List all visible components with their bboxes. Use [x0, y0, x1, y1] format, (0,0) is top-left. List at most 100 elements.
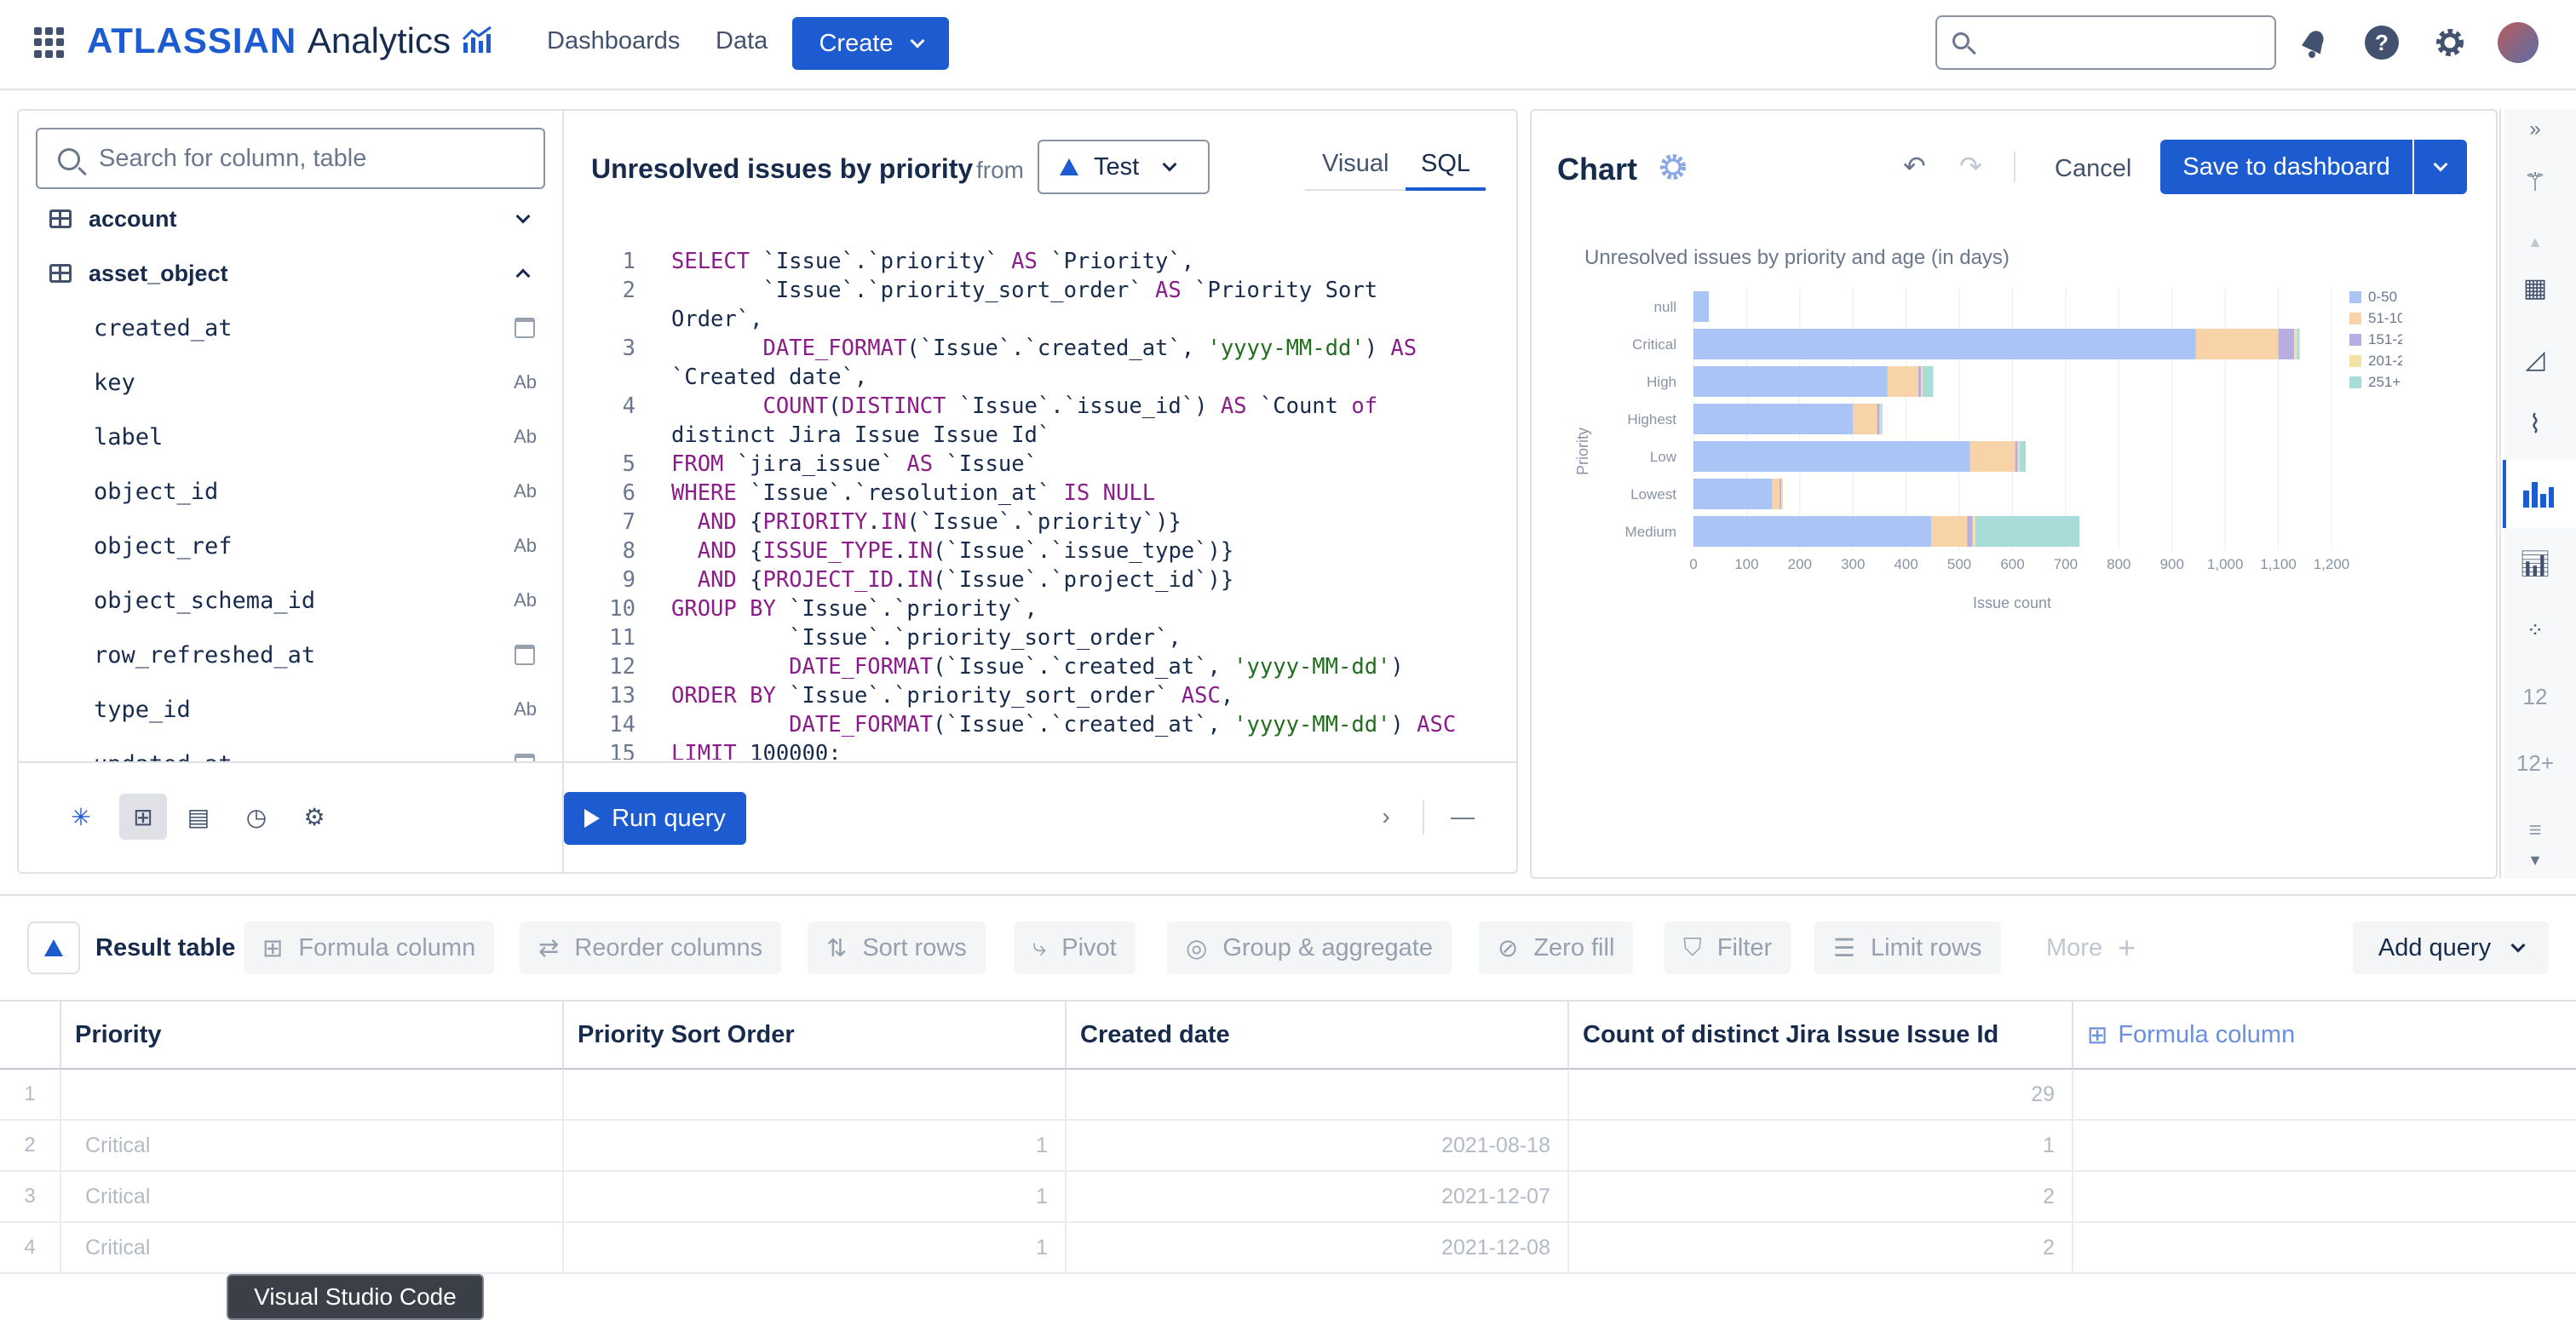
- bar-segment[interactable]: [1880, 404, 1883, 434]
- settings-gear-icon[interactable]: [2431, 24, 2469, 61]
- bar-segment[interactable]: [1969, 441, 2015, 472]
- area-chart-icon[interactable]: ◿: [2508, 336, 2562, 383]
- table-cell[interactable]: [564, 1070, 1067, 1121]
- formula-column-button[interactable]: ⊞ Formula column: [244, 921, 495, 974]
- table-cell[interactable]: Critical: [61, 1223, 564, 1274]
- create-button[interactable]: Create: [792, 17, 949, 70]
- formula-cell[interactable]: [2073, 1172, 2576, 1223]
- table-asset-object[interactable]: asset_object: [49, 247, 535, 300]
- query-title[interactable]: Unresolved issues by priority: [591, 153, 973, 185]
- bar-segment[interactable]: [1772, 479, 1780, 509]
- more-button[interactable]: More +: [2027, 921, 2155, 974]
- bar-segment[interactable]: [1972, 516, 1975, 547]
- editor-settings-icon[interactable]: ⚙: [298, 801, 331, 833]
- table-cell[interactable]: Critical: [61, 1121, 564, 1172]
- column-header-count[interactable]: Count of distinct Jira Issue Issue Id: [1569, 1001, 2073, 1070]
- table-cell[interactable]: 2: [1569, 1172, 2073, 1223]
- column-item[interactable]: label Ab: [94, 410, 537, 463]
- filter-button[interactable]: ⛉ Filter: [1665, 921, 1791, 974]
- formula-cell[interactable]: [2073, 1070, 2576, 1121]
- column-header-formula[interactable]: ⊞ Formula column: [2073, 1001, 2576, 1070]
- bar-segment[interactable]: [1693, 479, 1773, 509]
- limit-rows-button[interactable]: ☰ Limit rows: [1814, 921, 2001, 974]
- bar-segment[interactable]: [2015, 441, 2018, 472]
- table-cell[interactable]: 1: [564, 1172, 1067, 1223]
- column-item[interactable]: created_at: [94, 301, 537, 354]
- table-cell[interactable]: 1: [564, 1121, 1067, 1172]
- bar-segment[interactable]: [1693, 366, 1888, 397]
- help-icon[interactable]: ?: [2365, 26, 2399, 60]
- table-cell[interactable]: 1: [1569, 1121, 2073, 1172]
- tab-sql[interactable]: SQL: [1421, 150, 1470, 178]
- tab-visual[interactable]: Visual: [1322, 150, 1389, 178]
- bar-segment[interactable]: [1780, 479, 1781, 509]
- reorder-columns-button[interactable]: ⇄ Reorder columns: [520, 921, 782, 974]
- table-view-icon[interactable]: ▤: [182, 801, 215, 833]
- bar-segment[interactable]: [1693, 441, 1970, 472]
- bar-segment[interactable]: [1887, 366, 1919, 397]
- formula-cell[interactable]: [2073, 1223, 2576, 1274]
- magic-wand-icon[interactable]: ⚚: [2508, 158, 2562, 206]
- table-cell[interactable]: [61, 1070, 564, 1121]
- redo-icon[interactable]: ↷: [1959, 150, 1982, 182]
- sql-editor[interactable]: 1 SELECT `Issue`.`priority` AS `Priority`…: [591, 247, 1511, 760]
- cancel-button[interactable]: Cancel: [2055, 155, 2131, 183]
- bar-segment[interactable]: [1923, 366, 1934, 397]
- column-header-priority[interactable]: Priority: [61, 1001, 564, 1070]
- single-value-trend-icon[interactable]: 12+: [2508, 739, 2562, 787]
- pivot-button[interactable]: ⤷ Pivot: [1014, 921, 1136, 974]
- undo-icon[interactable]: ↶: [1903, 150, 1926, 182]
- line-chart-icon[interactable]: ⌇: [2508, 400, 2562, 448]
- column-item[interactable]: key Ab: [94, 356, 537, 409]
- bar-segment[interactable]: [2195, 329, 2279, 359]
- table-cell[interactable]: 29: [1569, 1070, 2073, 1121]
- bar-segment[interactable]: [2019, 441, 2027, 472]
- column-item[interactable]: row_refreshed_at: [94, 628, 537, 681]
- history-icon[interactable]: ◷: [240, 801, 273, 833]
- minimize-icon[interactable]: —: [1446, 801, 1479, 833]
- column-search-input[interactable]: Search for column, table: [36, 128, 545, 189]
- save-options-button[interactable]: [2414, 140, 2467, 194]
- result-table-tab[interactable]: Result table: [27, 921, 246, 974]
- scroll-down-icon[interactable]: ▼: [2508, 836, 2562, 884]
- column-item[interactable]: object_schema_id Ab: [94, 574, 537, 627]
- bar-segment[interactable]: [1877, 404, 1880, 434]
- single-value-icon[interactable]: 12: [2508, 673, 2562, 720]
- table-cell[interactable]: Critical: [61, 1172, 564, 1223]
- column-item[interactable]: type_id Ab: [94, 683, 537, 736]
- table-cell[interactable]: 2021-08-18: [1067, 1121, 1569, 1172]
- table-chart-icon[interactable]: ▦: [2508, 264, 2562, 312]
- nav-dashboards[interactable]: Dashboards: [547, 27, 680, 55]
- table-cell[interactable]: [1067, 1070, 1569, 1121]
- bar-segment[interactable]: [1693, 404, 1854, 434]
- bar-segment[interactable]: [2017, 441, 2020, 472]
- app-switcher-icon[interactable]: [34, 27, 65, 58]
- bar-segment[interactable]: [1931, 516, 1968, 547]
- nav-data[interactable]: Data: [716, 27, 768, 55]
- column-item[interactable]: object_ref Ab: [94, 519, 537, 572]
- chevron-down-icon[interactable]: [515, 209, 531, 224]
- bar-segment[interactable]: [2297, 329, 2300, 359]
- bar-segment[interactable]: [1918, 366, 1922, 397]
- datasource-select[interactable]: Test: [1038, 140, 1210, 194]
- column-header-priority-sort-order[interactable]: Priority Sort Order: [564, 1001, 1067, 1070]
- table-cell[interactable]: 1: [564, 1223, 1067, 1274]
- bar-segment[interactable]: [1693, 516, 1932, 547]
- run-query-button[interactable]: Run query: [564, 792, 746, 845]
- bar-segment[interactable]: [1921, 366, 1923, 397]
- chart-settings-icon[interactable]: [1656, 150, 1690, 184]
- bar-segment[interactable]: [2294, 329, 2297, 359]
- group-aggregate-button[interactable]: ◎ Group & aggregate: [1167, 921, 1452, 974]
- save-to-dashboard-button[interactable]: Save to dashboard: [2160, 140, 2412, 194]
- zero-fill-button[interactable]: ⊘ Zero fill: [1479, 921, 1634, 974]
- table-account[interactable]: account: [49, 192, 535, 245]
- add-query-button[interactable]: Add query: [2353, 921, 2549, 974]
- scroll-up-icon[interactable]: ▲: [2508, 218, 2562, 266]
- collapse-rail-icon[interactable]: »: [2508, 106, 2562, 153]
- table-cell[interactable]: 2021-12-07: [1067, 1172, 1569, 1223]
- bar-segment[interactable]: [1780, 479, 1783, 509]
- bar-segment[interactable]: [1693, 329, 2196, 359]
- sparkle-icon[interactable]: ✳: [65, 801, 97, 833]
- notifications-icon[interactable]: [2295, 24, 2332, 61]
- user-avatar[interactable]: [2498, 22, 2539, 63]
